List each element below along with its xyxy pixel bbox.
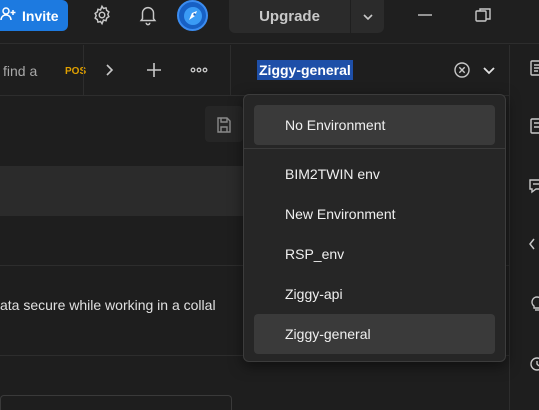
invite-icon xyxy=(0,6,16,25)
upgrade-button[interactable]: Upgrade xyxy=(229,0,384,33)
tab-divider xyxy=(83,45,84,96)
dropdown-item-environment[interactable]: BIM2TWIN env xyxy=(254,154,495,194)
lightbulb-icon[interactable] xyxy=(528,295,539,313)
minimize-icon[interactable] xyxy=(416,6,434,24)
environment-selector[interactable]: Ziggy-general xyxy=(230,45,509,96)
dropdown-item-environment[interactable]: RSP_env xyxy=(254,234,495,274)
environment-selected-name[interactable]: Ziggy-general xyxy=(257,60,353,80)
upgrade-chevron-down-icon[interactable] xyxy=(351,10,384,24)
dropdown-item-no-environment[interactable]: No Environment xyxy=(254,105,495,145)
avatar-rocket-icon xyxy=(183,6,202,25)
invite-label: Invite xyxy=(22,7,59,24)
dropdown-divider xyxy=(244,148,505,149)
environment-dropdown: No Environment BIM2TWIN env New Environm… xyxy=(243,94,506,362)
settings-icon[interactable] xyxy=(91,4,113,26)
save-icon xyxy=(215,116,233,134)
upgrade-label: Upgrade xyxy=(259,8,320,25)
settings-panel-icon[interactable] xyxy=(528,355,539,373)
tabs-scroll-right-icon[interactable] xyxy=(98,59,120,81)
avatar[interactable] xyxy=(177,0,208,31)
environment-chevron-down-icon[interactable] xyxy=(481,62,497,78)
notifications-icon[interactable] xyxy=(137,4,159,26)
title-bar: Invite Upgrade xyxy=(0,0,539,44)
app-window: Invite Upgrade find a POS Ziggy-general … xyxy=(0,0,539,410)
code-icon[interactable] xyxy=(528,235,539,253)
dropdown-item-environment-selected[interactable]: Ziggy-general xyxy=(254,314,495,354)
tab-bar: find a POS Ziggy-general xyxy=(0,45,509,96)
more-options-icon[interactable] xyxy=(188,59,210,81)
request-url-bar[interactable] xyxy=(0,166,245,216)
tab-request-title[interactable]: find a xyxy=(3,63,37,79)
clear-environment-icon[interactable] xyxy=(453,61,471,79)
right-sidebar xyxy=(509,45,539,410)
editor-box[interactable] xyxy=(0,395,232,410)
new-tab-plus-icon[interactable] xyxy=(143,59,165,81)
description-text: ata secure while working in a collal xyxy=(0,297,216,313)
dropdown-item-environment[interactable]: Ziggy-api xyxy=(254,274,495,314)
dropdown-item-environment[interactable]: New Environment xyxy=(254,194,495,234)
comments-icon[interactable] xyxy=(528,177,539,195)
invite-button[interactable]: Invite xyxy=(0,0,68,31)
restore-icon[interactable] xyxy=(474,6,492,24)
documentation-icon[interactable] xyxy=(528,59,539,77)
info-panel-icon[interactable] xyxy=(528,117,539,135)
